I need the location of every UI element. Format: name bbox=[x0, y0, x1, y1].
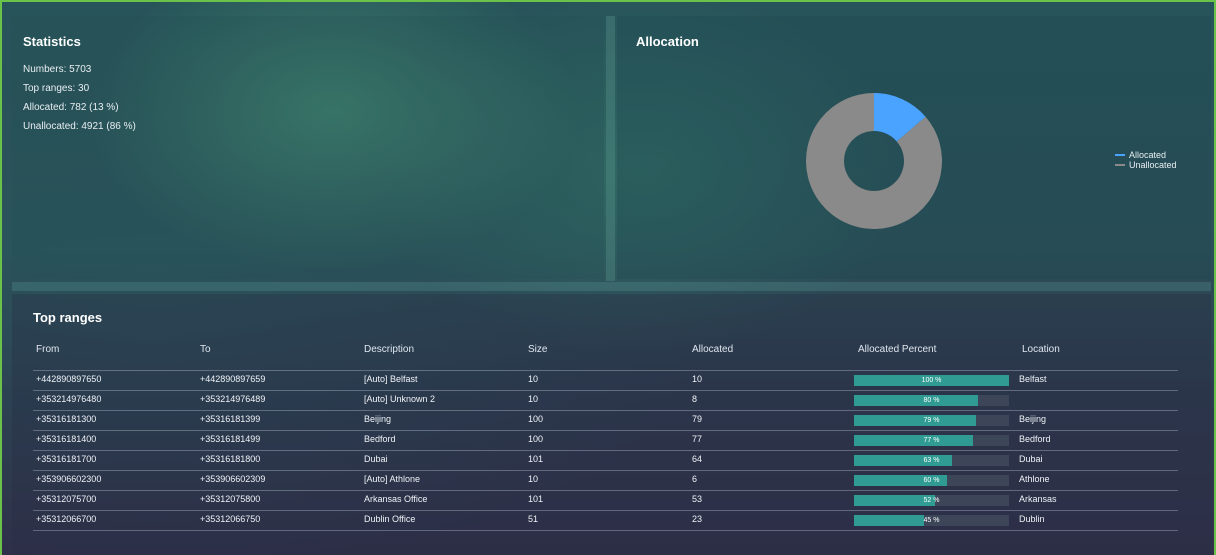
panel-divider-horizontal[interactable] bbox=[12, 282, 1211, 291]
row-divider bbox=[33, 510, 1178, 511]
legend-item-unallocated[interactable]: Unallocated bbox=[1115, 160, 1177, 170]
cell-size: 51 bbox=[528, 514, 539, 524]
cell-size: 100 bbox=[528, 414, 544, 424]
percent-bar-label: 79 % bbox=[923, 417, 940, 424]
cell-allocated: 23 bbox=[692, 514, 703, 524]
percent-bar-label: 77 % bbox=[923, 437, 940, 444]
percent-bar-label: 52 % bbox=[923, 497, 940, 504]
cell-location: Dubai bbox=[1019, 454, 1043, 464]
cell-size: 10 bbox=[528, 374, 539, 384]
cell-to: +35312075800 bbox=[200, 494, 261, 504]
row-divider bbox=[33, 490, 1178, 491]
statistics-title: Statistics bbox=[23, 34, 81, 49]
stat-numbers: Numbers: 5703 bbox=[23, 64, 92, 75]
percent-bar-label: 45 % bbox=[923, 517, 940, 524]
cell-description: [Auto] Unknown 2 bbox=[364, 394, 436, 404]
cell-from: +35316181700 bbox=[36, 454, 97, 464]
cell-from: +353906602300 bbox=[36, 474, 102, 484]
cell-location: Arkansas bbox=[1019, 494, 1057, 504]
cell-from: +35312066700 bbox=[36, 514, 97, 524]
cell-location: Athlone bbox=[1019, 474, 1050, 484]
cell-to: +35316181800 bbox=[200, 454, 261, 464]
cell-size: 101 bbox=[528, 454, 544, 464]
percent-bar: 60 % bbox=[854, 475, 1009, 486]
cell-to: +35316181499 bbox=[200, 434, 261, 444]
cell-allocated: 64 bbox=[692, 454, 703, 464]
column-header-allocated-percent[interactable]: Allocated Percent bbox=[858, 344, 936, 355]
cell-from: +35316181400 bbox=[36, 434, 97, 444]
cell-from: +353214976480 bbox=[36, 394, 102, 404]
row-divider bbox=[33, 370, 1178, 371]
percent-bar-label: 63 % bbox=[923, 457, 940, 464]
cell-to: +442890897659 bbox=[200, 374, 266, 384]
percent-bar: 45 % bbox=[854, 515, 1009, 526]
cell-description: Dubai bbox=[364, 454, 388, 464]
statistics-panel bbox=[12, 16, 604, 279]
top-ranges-title: Top ranges bbox=[33, 310, 103, 325]
legend-label-allocated: Allocated bbox=[1129, 150, 1167, 160]
percent-bar: 77 % bbox=[854, 435, 1009, 446]
cell-location: Bedford bbox=[1019, 434, 1051, 444]
cell-description: Beijing bbox=[364, 414, 392, 424]
cell-to: +35316181399 bbox=[200, 414, 261, 424]
cell-description: [Auto] Belfast bbox=[364, 374, 418, 384]
percent-bar: 79 % bbox=[854, 415, 1009, 426]
column-header-location[interactable]: Location bbox=[1022, 344, 1060, 355]
cell-to: +35312066750 bbox=[200, 514, 261, 524]
column-header-description[interactable]: Description bbox=[364, 344, 414, 355]
cell-allocated: 77 bbox=[692, 434, 703, 444]
row-divider bbox=[33, 430, 1178, 431]
row-divider bbox=[33, 530, 1178, 531]
allocation-donut-chart[interactable] bbox=[803, 90, 945, 232]
cell-allocated: 6 bbox=[692, 474, 698, 484]
legend-swatch-unallocated bbox=[1115, 164, 1125, 166]
cell-description: [Auto] Athlone bbox=[364, 474, 421, 484]
cell-location: Belfast bbox=[1019, 374, 1047, 384]
row-divider bbox=[33, 410, 1178, 411]
cell-location: Dublin bbox=[1019, 514, 1045, 524]
cell-from: +442890897650 bbox=[36, 374, 102, 384]
row-divider bbox=[33, 450, 1178, 451]
cell-allocated: 53 bbox=[692, 494, 703, 504]
panel-divider-vertical[interactable] bbox=[606, 16, 615, 281]
cell-description: Dublin Office bbox=[364, 514, 416, 524]
cell-size: 100 bbox=[528, 434, 544, 444]
column-header-allocated[interactable]: Allocated bbox=[692, 344, 733, 355]
column-header-to[interactable]: To bbox=[200, 344, 211, 355]
cell-to: +353214976489 bbox=[200, 394, 266, 404]
cell-from: +35312075700 bbox=[36, 494, 97, 504]
cell-description: Arkansas Office bbox=[364, 494, 428, 504]
percent-bar: 100 % bbox=[854, 375, 1009, 386]
chart-legend: Allocated Unallocated bbox=[1115, 150, 1177, 170]
legend-swatch-allocated bbox=[1115, 154, 1125, 156]
column-header-from[interactable]: From bbox=[36, 344, 59, 355]
cell-size: 10 bbox=[528, 394, 539, 404]
legend-item-allocated[interactable]: Allocated bbox=[1115, 150, 1177, 160]
stat-unallocated: Unallocated: 4921 (86 %) bbox=[23, 121, 136, 132]
cell-location: Beijing bbox=[1019, 414, 1047, 424]
percent-bar-label: 100 % bbox=[921, 377, 942, 384]
percent-bar-label: 60 % bbox=[923, 477, 940, 484]
percent-bar-label: 80 % bbox=[923, 397, 940, 404]
allocation-title: Allocation bbox=[636, 34, 699, 49]
cell-allocated: 10 bbox=[692, 374, 703, 384]
stat-allocated: Allocated: 782 (13 %) bbox=[23, 102, 119, 113]
cell-to: +353906602309 bbox=[200, 474, 266, 484]
stat-top-ranges: Top ranges: 30 bbox=[23, 83, 90, 94]
cell-description: Bedford bbox=[364, 434, 396, 444]
percent-bar: 80 % bbox=[854, 395, 1009, 406]
cell-size: 101 bbox=[528, 494, 544, 504]
percent-bar: 52 % bbox=[854, 495, 1009, 506]
cell-allocated: 8 bbox=[692, 394, 698, 404]
legend-label-unallocated: Unallocated bbox=[1129, 160, 1177, 170]
cell-allocated: 79 bbox=[692, 414, 703, 424]
percent-bar: 63 % bbox=[854, 455, 1009, 466]
cell-size: 10 bbox=[528, 474, 539, 484]
row-divider bbox=[33, 390, 1178, 391]
dashboard bbox=[0, 0, 1216, 555]
column-header-size[interactable]: Size bbox=[528, 344, 547, 355]
cell-from: +35316181300 bbox=[36, 414, 97, 424]
row-divider bbox=[33, 470, 1178, 471]
